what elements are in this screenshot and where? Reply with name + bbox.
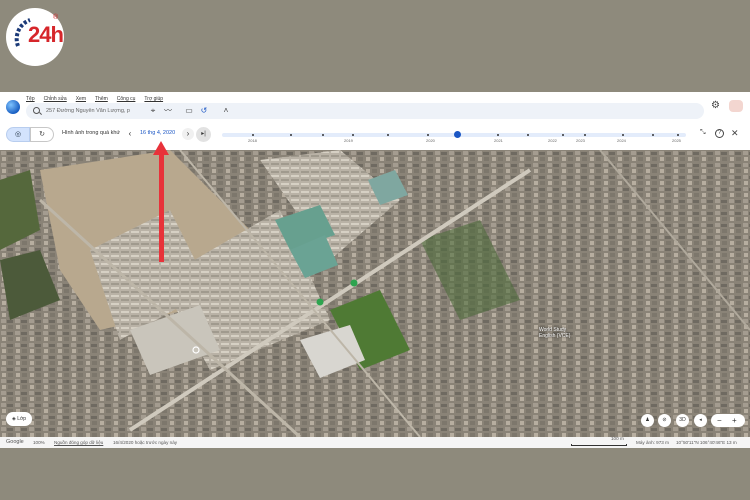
historical-imagery-bar: ◎ ↻ Hình ảnh trong quá khứ ‹ 16 thg 4, 2… (0, 125, 750, 145)
data-source-link[interactable]: Nguồn đóng góp dữ liệu (54, 440, 103, 445)
location-pin-icon[interactable]: ⌖ (148, 106, 158, 116)
imagery-date: 16/4/2020 hoặc trước ngày này (113, 440, 178, 445)
status-bar: Google 100% Nguồn đóng góp dữ liệu 16/4/… (0, 436, 750, 448)
chevron-up-icon[interactable]: ˄ (221, 106, 231, 116)
path-icon[interactable]: 〰 (163, 106, 173, 116)
historical-imagery-label: Hình ảnh trong quá khứ (62, 130, 121, 136)
timeline-tick (352, 134, 354, 136)
timeline-tick (252, 134, 254, 136)
timeline-tick (527, 134, 529, 136)
timeline-tick (387, 134, 389, 136)
map-place-label[interactable]: World Study English (VCE) (539, 327, 579, 339)
zoom-level: 100% (33, 440, 45, 445)
timeline-knob[interactable] (454, 131, 461, 138)
pegman-icon[interactable]: ♟ (641, 414, 654, 427)
timeline-year-label: 2022 (548, 138, 557, 143)
history-icon[interactable]: ↺ (199, 106, 209, 116)
timeline-year-label: 2025 (672, 138, 681, 143)
timeline-tick (584, 134, 586, 136)
earth-globe-icon[interactable] (6, 100, 20, 114)
satellite-imagery[interactable] (0, 150, 750, 437)
logo-text: 24h (28, 22, 64, 47)
timeline-year-label: 2020 (426, 138, 435, 143)
timeline-tick (677, 134, 679, 136)
timeline-tick (427, 134, 429, 136)
timeline-slider[interactable]: 2018 2019 2020 2021 2022 2023 2024 2025 (222, 129, 686, 145)
zoom-controls: − + (711, 414, 745, 427)
timeline-year-label: 2019 (344, 138, 353, 143)
timeline-tick (497, 134, 499, 136)
zoom-in-button[interactable]: + (732, 414, 737, 427)
timeline-tick (622, 134, 624, 136)
brand-logo: 24h ® (6, 8, 64, 66)
latest-date-button[interactable]: ▸| (196, 127, 211, 142)
scale-label: 100 m (611, 436, 624, 441)
google-earth-window: Tệp Chỉnh sửa Xem Thêm Công cụ Trợ giúp … (0, 92, 750, 448)
collapse-icon[interactable]: ⤡ (700, 129, 706, 137)
layers-label: Lớp (17, 416, 27, 422)
close-icon[interactable]: ✕ (731, 128, 739, 139)
annotation-arrow (159, 152, 164, 262)
timeline-year-label: 2023 (576, 138, 585, 143)
logo-registered: ® (53, 14, 59, 21)
zoom-out-button[interactable]: − (717, 414, 722, 427)
ruler-icon[interactable]: ▭ (184, 106, 194, 116)
timeline-tick (652, 134, 654, 136)
prev-date-button[interactable]: ‹ (124, 128, 136, 140)
help-icon[interactable]: ? (715, 129, 724, 138)
refresh-toggle-button[interactable]: ↻ (30, 127, 54, 142)
current-date[interactable]: 16 thg 4, 2020 (140, 130, 175, 136)
search-icon[interactable] (33, 107, 40, 114)
satellite-map-view[interactable]: World Study English (VCE) ◈ Lớp ♟ ⊘ 3D ◂… (0, 150, 750, 437)
imagery-toggle-button[interactable]: ◎ (6, 127, 30, 142)
google-label: Google (6, 439, 24, 445)
timeline-tick (322, 134, 324, 136)
timeline-year-label: 2018 (248, 138, 257, 143)
timeline-tick (562, 134, 564, 136)
timeline-year-label: 2021 (494, 138, 503, 143)
search-bar: ⌖ 〰 ▭ ↺ ˄ (26, 103, 704, 119)
layers-button[interactable]: ◈ Lớp (6, 412, 33, 426)
camera-altitude: Máy ảnh: 973 m (636, 440, 669, 445)
3d-button[interactable]: 3D (676, 414, 689, 427)
next-date-button[interactable]: › (182, 128, 194, 140)
coordinates: 10°50'11"N 106°40'46"E 13 m (676, 440, 737, 445)
scale-bar (571, 444, 627, 446)
timeline-tick (290, 134, 292, 136)
timeline-year-label: 2024 (617, 138, 626, 143)
tilt-icon[interactable]: ◂ (694, 414, 707, 427)
gear-icon[interactable]: ⚙ (711, 101, 721, 111)
compass-icon[interactable]: ⊘ (658, 414, 671, 427)
avatar[interactable] (729, 100, 743, 112)
